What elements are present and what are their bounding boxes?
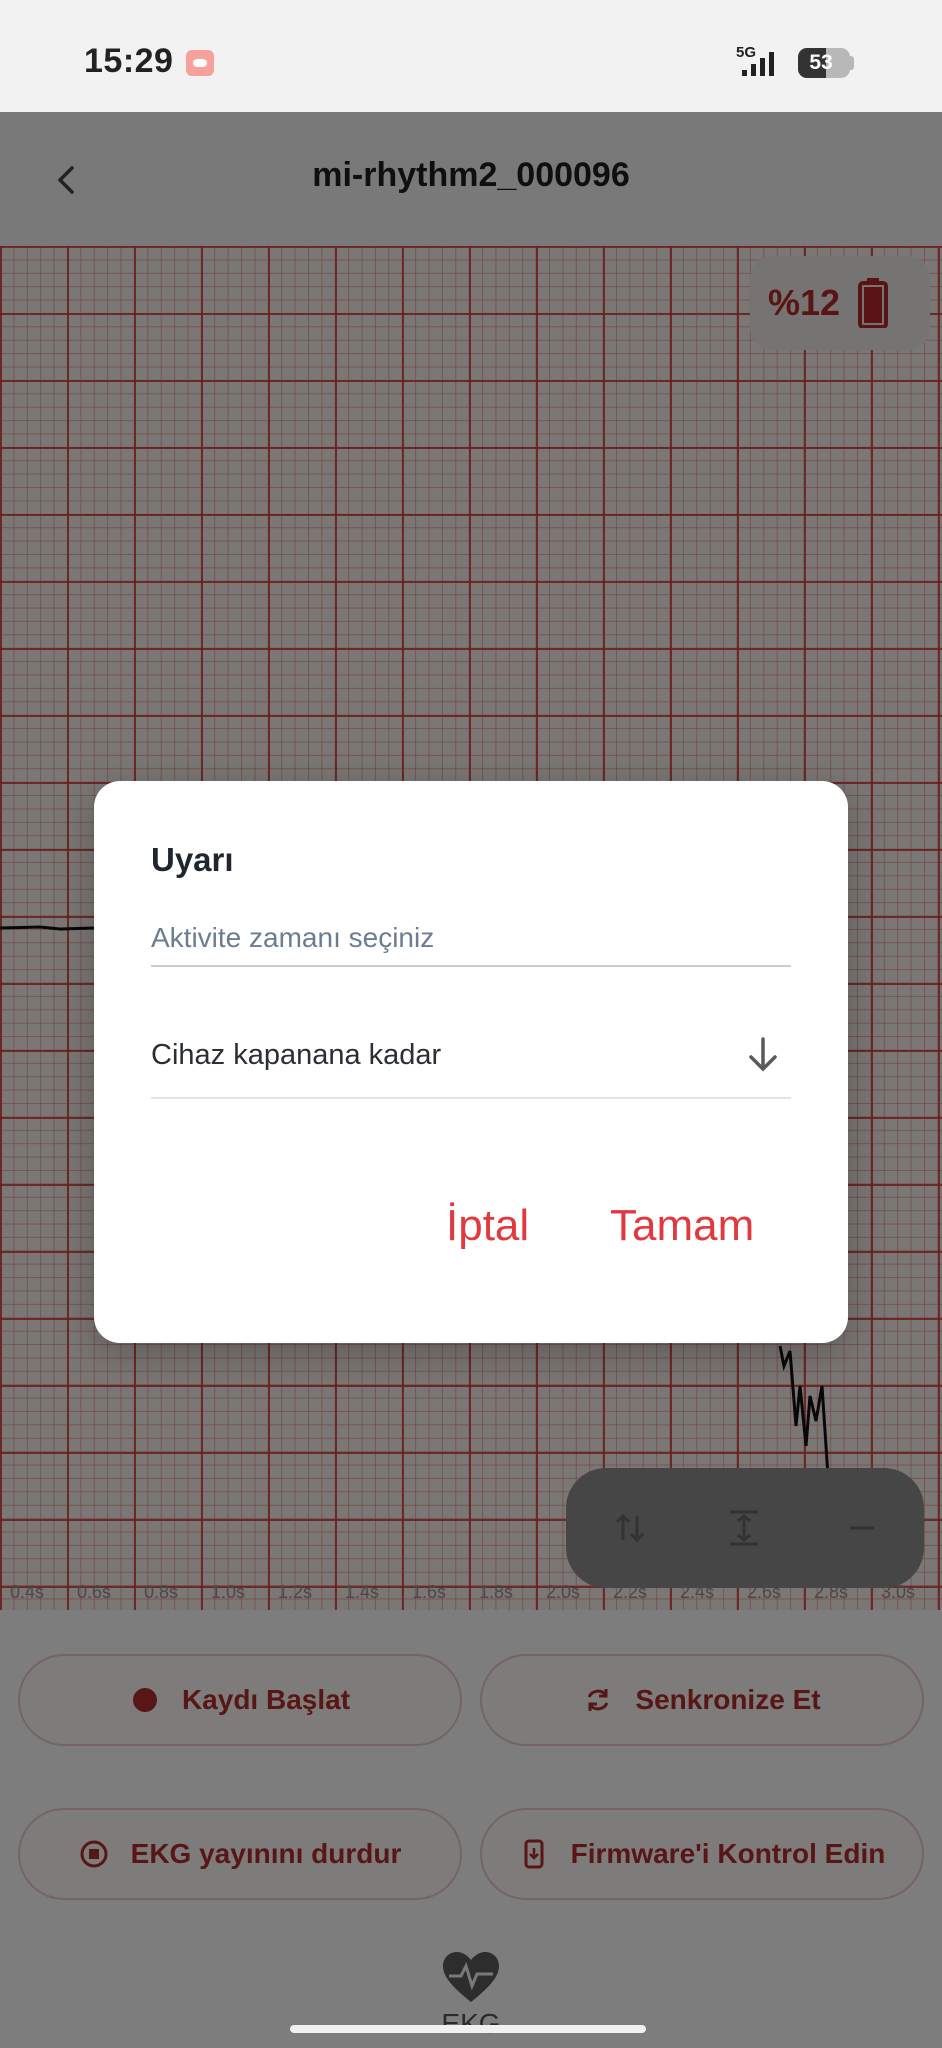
ok-button[interactable]: Tamam [610, 1201, 754, 1251]
duration-selected-value: Cihaz kapanana kadar [151, 1039, 442, 1071]
battery-percent: 53 [809, 51, 833, 74]
message-notification-icon [186, 50, 214, 76]
alert-dialog: Uyarı Cihaz kapanana kadar İptal Tamam [94, 781, 848, 1343]
battery-tip [850, 56, 854, 70]
cancel-button[interactable]: İptal [446, 1201, 529, 1251]
status-bar: 15:29 5G 53 [0, 0, 942, 112]
activity-time-field[interactable] [151, 911, 791, 967]
battery-icon: 53 [798, 48, 850, 78]
dialog-title: Uyarı [151, 841, 234, 878]
arrow-down-icon[interactable] [741, 1033, 785, 1077]
activity-time-input[interactable] [151, 911, 791, 965]
status-time: 15:29 [84, 42, 174, 80]
signal-icon [742, 52, 774, 76]
duration-select[interactable]: Cihaz kapanana kadar [151, 1017, 791, 1099]
home-indicator[interactable] [290, 2025, 646, 2033]
